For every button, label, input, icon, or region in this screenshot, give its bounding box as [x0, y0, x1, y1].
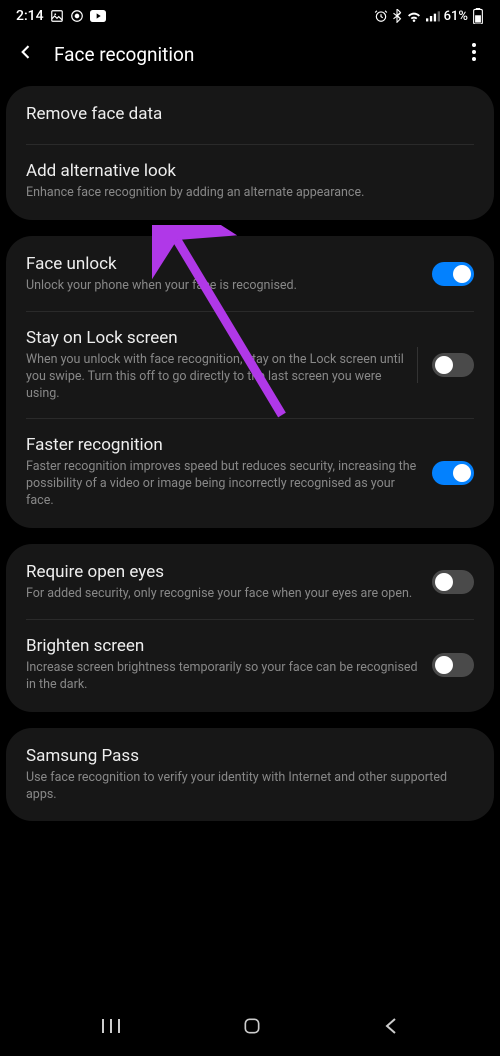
- bluetooth-icon: [392, 9, 402, 23]
- row-desc: For added security, only recognise your …: [26, 586, 420, 603]
- row-title: Stay on Lock screen: [26, 328, 405, 348]
- section-unlock: Face unlock Unlock your phone when your …: [6, 236, 494, 528]
- header: Face recognition: [0, 28, 500, 86]
- signal-icon: [426, 10, 440, 22]
- wifi-icon: [406, 10, 422, 22]
- home-button[interactable]: [242, 1016, 262, 1040]
- status-time: 2:14: [16, 8, 44, 24]
- face-unlock-toggle[interactable]: [432, 262, 474, 286]
- row-title: Face unlock: [26, 254, 420, 274]
- row-title: Require open eyes: [26, 562, 420, 582]
- back-icon[interactable]: [16, 42, 36, 66]
- circle-icon: [70, 9, 84, 23]
- back-button[interactable]: [383, 1017, 399, 1039]
- row-desc: Unlock your phone when your face is reco…: [26, 278, 420, 295]
- row-title: Remove face data: [26, 104, 474, 124]
- page-title: Face recognition: [54, 43, 446, 66]
- require-open-eyes-toggle[interactable]: [432, 570, 474, 594]
- section-options: Require open eyes For added security, on…: [6, 544, 494, 712]
- youtube-icon: [90, 10, 106, 22]
- battery-percentage: 61%: [444, 9, 468, 24]
- samsung-pass-row[interactable]: Samsung Pass Use face recognition to ver…: [6, 730, 494, 820]
- more-icon[interactable]: [464, 43, 484, 65]
- image-icon: [50, 9, 64, 23]
- brighten-screen-toggle[interactable]: [432, 653, 474, 677]
- brighten-screen-row[interactable]: Brighten screen Increase screen brightne…: [6, 620, 494, 710]
- stay-on-lock-row[interactable]: Stay on Lock screen When you unlock with…: [6, 312, 494, 419]
- row-desc: Increase screen brightness temporarily s…: [26, 660, 420, 694]
- nav-bar: [0, 1000, 500, 1056]
- stay-on-lock-toggle[interactable]: [432, 353, 474, 377]
- row-title: Brighten screen: [26, 636, 420, 656]
- row-title: Add alternative look: [26, 161, 474, 181]
- face-unlock-row[interactable]: Face unlock Unlock your phone when your …: [6, 238, 494, 311]
- row-title: Samsung Pass: [26, 746, 474, 766]
- row-desc: When you unlock with face recognition, s…: [26, 352, 405, 403]
- section-face-data: Remove face data Add alternative look En…: [6, 86, 494, 220]
- status-bar: 2:14 61%: [0, 0, 500, 28]
- row-desc: Use face recognition to verify your iden…: [26, 770, 474, 804]
- alarm-icon: [374, 9, 388, 23]
- add-alternative-look-row[interactable]: Add alternative look Enhance face recogn…: [6, 145, 494, 218]
- section-samsung-pass: Samsung Pass Use face recognition to ver…: [6, 728, 494, 822]
- row-desc: Enhance face recognition by adding an al…: [26, 185, 474, 202]
- row-title: Faster recognition: [26, 435, 420, 455]
- row-desc: Faster recognition improves speed but re…: [26, 459, 420, 510]
- status-right: 61%: [374, 8, 484, 24]
- require-open-eyes-row[interactable]: Require open eyes For added security, on…: [6, 546, 494, 619]
- remove-face-data-row[interactable]: Remove face data: [6, 88, 494, 144]
- battery-icon: [472, 8, 484, 24]
- toggle-divider: [417, 347, 418, 383]
- faster-recognition-toggle[interactable]: [432, 461, 474, 485]
- faster-recognition-row[interactable]: Faster recognition Faster recognition im…: [6, 419, 494, 526]
- recents-button[interactable]: [101, 1017, 121, 1039]
- status-left: 2:14: [16, 8, 106, 24]
